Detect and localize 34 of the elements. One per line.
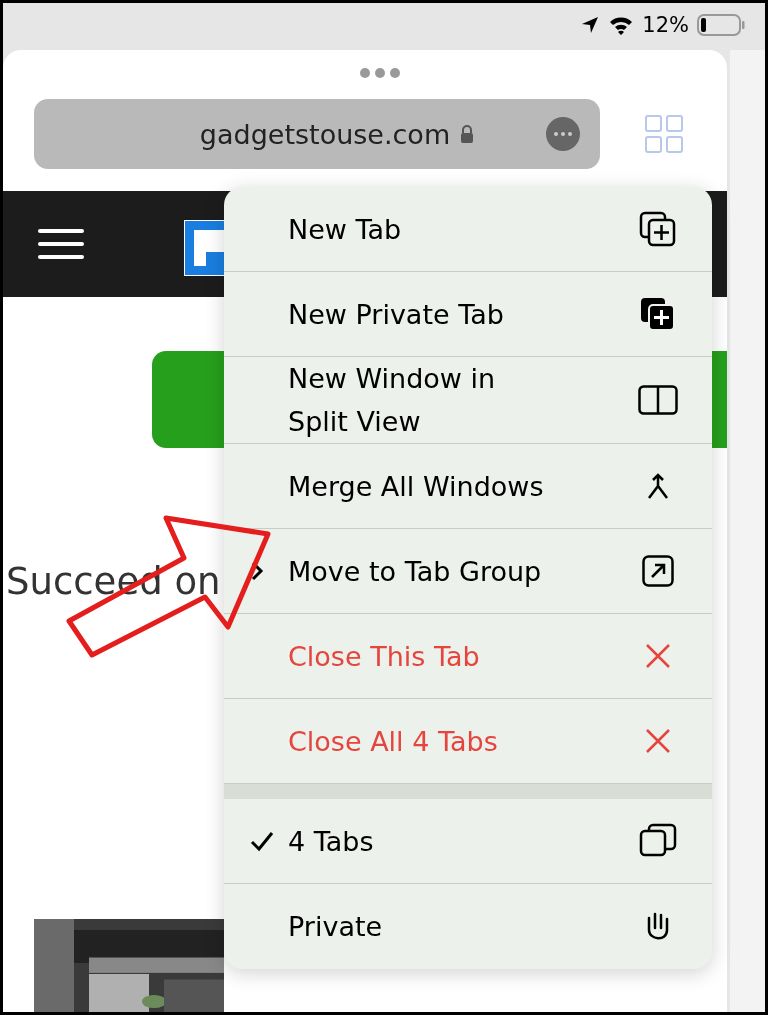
menu-item-label: Merge All Windows	[288, 469, 545, 504]
address-bar[interactable]: gadgetstouse.com	[34, 99, 600, 169]
close-icon	[644, 727, 672, 755]
new-tab-icon	[639, 211, 677, 247]
tabs-grid-icon[interactable]	[644, 114, 684, 154]
menu-item-label: New Tab	[288, 212, 403, 247]
menu-item-label: New Private Tab	[288, 297, 505, 332]
menu-item-label: Private	[288, 910, 384, 944]
menu-item-label: Close This Tab	[288, 639, 481, 674]
menu-item-label: Close All 4 Tabs	[288, 724, 499, 759]
close-icon	[644, 642, 672, 670]
menu-item[interactable]: New Tab	[224, 187, 712, 272]
more-icon[interactable]	[546, 117, 580, 151]
wifi-icon	[608, 15, 635, 35]
battery-icon	[697, 14, 745, 36]
lock-icon	[460, 124, 475, 144]
menu-icon[interactable]	[38, 227, 84, 261]
menu-item[interactable]: Private	[224, 884, 712, 969]
menu-item[interactable]: Move to Tab Group	[224, 529, 712, 614]
location-icon	[580, 15, 601, 35]
tabs-stack-icon	[639, 823, 677, 859]
menu-item[interactable]: Close This Tab	[224, 614, 712, 699]
menu-item[interactable]: New Private Tab	[224, 272, 712, 357]
menu-item-label: 4 Tabs	[288, 824, 375, 859]
battery-percent: 12%	[642, 13, 689, 37]
menu-item[interactable]: New Window in Split View	[224, 357, 712, 444]
move-icon	[642, 555, 674, 587]
menu-item[interactable]: Merge All Windows	[224, 444, 712, 529]
split-view-icon	[638, 385, 678, 415]
menu-item[interactable]: 4 Tabs	[224, 799, 712, 884]
merge-icon	[646, 472, 670, 500]
menu-item-label: New Window in Split View	[288, 362, 497, 439]
url-text: gadgetstouse.com	[199, 118, 451, 150]
menu-item-label: Move to Tab Group	[288, 554, 543, 589]
